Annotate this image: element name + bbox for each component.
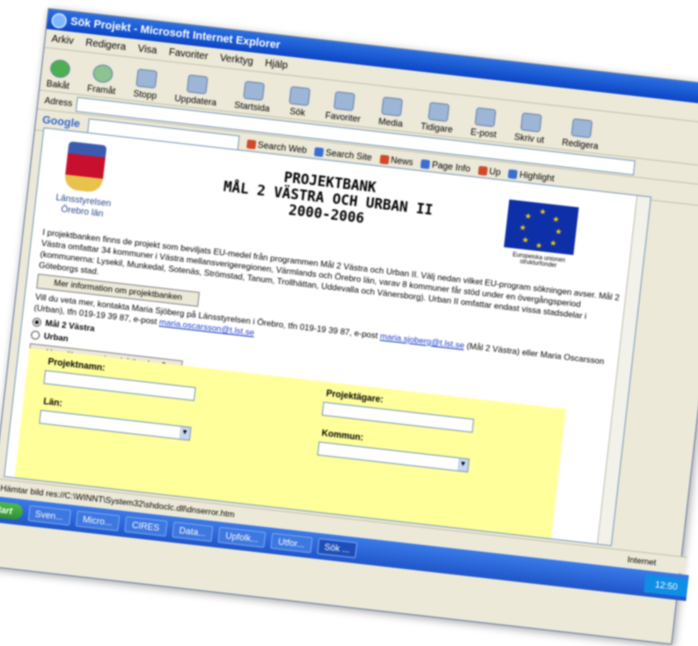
star-icon: ★ xyxy=(551,214,560,225)
star-icon: ★ xyxy=(538,206,547,217)
eu-flag-logo: ★ ★ ★ ★ ★ ★ ★ ★ xyxy=(503,199,579,256)
refresh-button[interactable]: Uppdatera xyxy=(174,73,219,108)
favorites-icon xyxy=(333,91,356,112)
menu-verktyg[interactable]: Verktyg xyxy=(219,52,253,67)
projektnamn-input[interactable] xyxy=(43,369,197,402)
taskbar-item[interactable]: CIRES xyxy=(124,516,168,537)
taskbar-item-active[interactable]: Sök ... xyxy=(316,538,358,559)
refresh-icon xyxy=(186,74,209,95)
page-title: PROJEKTBANK MÅL 2 VÄSTRA OCH URBAN II 20… xyxy=(186,159,470,238)
forward-arrow-icon xyxy=(92,63,115,84)
menu-redigera[interactable]: Redigera xyxy=(85,37,127,53)
media-button[interactable]: Media xyxy=(378,96,406,129)
internet-zone: Internet xyxy=(626,554,657,568)
taskbar-item[interactable]: Sven... xyxy=(27,505,71,526)
menu-hjalp[interactable]: Hjälp xyxy=(264,57,288,71)
up-button[interactable]: Up xyxy=(477,165,501,177)
start-button[interactable]: Start xyxy=(0,499,24,521)
browser-window: Sök Projekt - Microsoft Internet Explore… xyxy=(0,8,698,645)
radio-urban-label: Urban xyxy=(43,330,69,344)
kommun-select[interactable]: ▼ xyxy=(317,441,470,473)
forward-button[interactable]: Framåt xyxy=(87,63,119,96)
star-icon: ★ xyxy=(554,226,563,237)
system-tray-clock: 12:50 xyxy=(644,574,689,598)
taskbar-item[interactable]: Utfor... xyxy=(270,532,313,554)
star-icon: ★ xyxy=(534,240,543,251)
lan-select[interactable]: ▼ xyxy=(38,409,192,441)
kommun-label: Kommun: xyxy=(321,427,364,443)
dropdown-arrow-icon: ▼ xyxy=(457,458,469,472)
menu-visa[interactable]: Visa xyxy=(137,43,157,56)
taskbar-item[interactable]: Data... xyxy=(171,521,214,542)
mail-icon xyxy=(474,107,497,128)
county-crest-logo xyxy=(63,141,107,194)
back-arrow-icon xyxy=(48,58,71,79)
stop-icon xyxy=(135,68,158,89)
projektagare-input[interactable] xyxy=(321,401,475,433)
dropdown-arrow-icon: ▼ xyxy=(179,426,191,440)
print-button[interactable]: Skriv ut xyxy=(514,112,547,145)
address-label: Adress xyxy=(43,95,73,109)
star-icon: ★ xyxy=(524,211,533,222)
star-icon: ★ xyxy=(518,222,527,233)
home-button[interactable]: Startsida xyxy=(234,80,273,114)
radio-urban[interactable] xyxy=(30,330,41,341)
star-icon: ★ xyxy=(549,238,558,249)
email-button[interactable]: E-post xyxy=(470,107,499,140)
lan-label: Län: xyxy=(42,396,63,409)
taskbar-item[interactable]: Upfolk... xyxy=(217,526,267,548)
star-icon: ★ xyxy=(521,235,530,245)
radio-mal2[interactable] xyxy=(31,317,42,328)
internet-explorer-icon xyxy=(50,12,68,29)
page-content: Länsstyrelsen Örebro län PROJEKTBANK MÅL… xyxy=(3,127,652,547)
taskbar-item[interactable]: Micro... xyxy=(75,510,121,532)
highlight-icon xyxy=(508,168,519,179)
history-button[interactable]: Tidigare xyxy=(420,101,455,135)
home-icon xyxy=(242,80,265,101)
search-site-icon xyxy=(314,146,325,157)
menu-favoriter[interactable]: Favoriter xyxy=(168,47,208,62)
edit-icon xyxy=(571,118,593,139)
menu-arkiv[interactable]: Arkiv xyxy=(51,33,74,46)
county-caption: Länsstyrelsen Örebro län xyxy=(55,192,112,219)
stop-button[interactable]: Stopp xyxy=(133,68,160,101)
search-button[interactable]: Sök xyxy=(287,85,311,118)
history-icon xyxy=(427,101,450,122)
news-icon xyxy=(379,154,390,165)
search-icon xyxy=(288,85,311,107)
page-info-icon xyxy=(420,158,431,169)
up-folder-icon xyxy=(477,165,488,176)
back-button[interactable]: Bakåt xyxy=(46,58,72,91)
edit-button[interactable]: Redigera xyxy=(561,117,601,151)
media-icon xyxy=(381,96,404,117)
printer-icon xyxy=(520,112,542,133)
favorites-button[interactable]: Favoriter xyxy=(325,90,364,124)
search-web-icon xyxy=(246,138,257,149)
